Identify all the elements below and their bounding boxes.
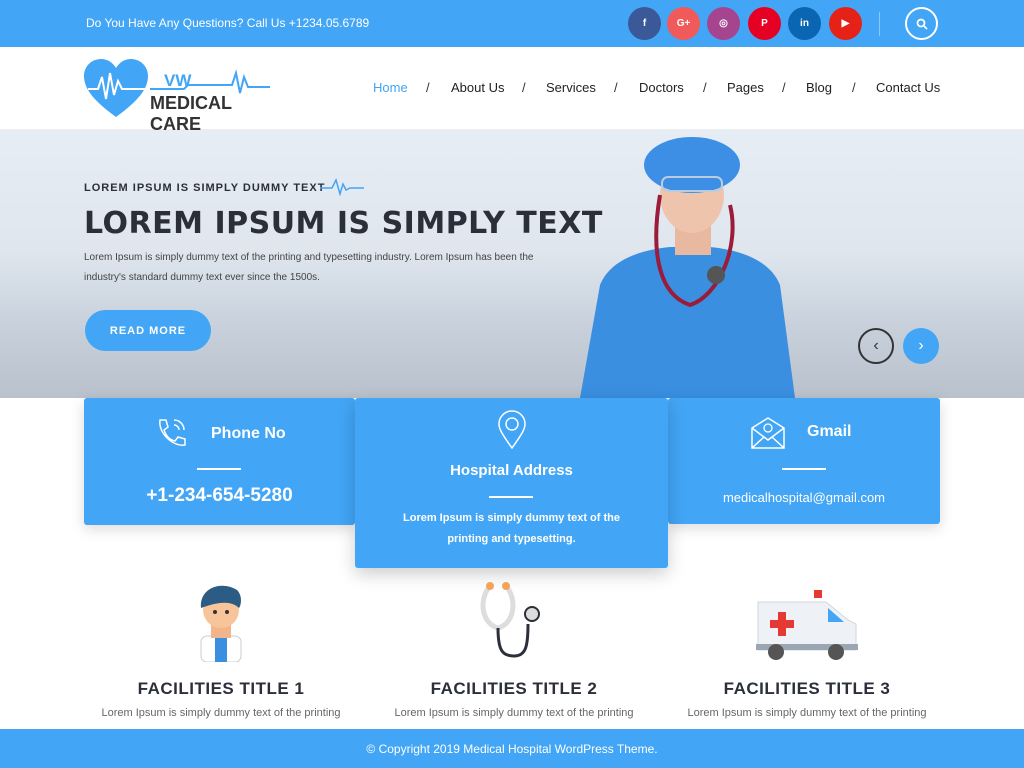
nav-about-us[interactable]: About Us — [451, 80, 504, 95]
nav-services[interactable]: Services — [546, 80, 596, 95]
hero-subtitle: LOREM IPSUM IS SIMPLY DUMMY TEXT — [84, 182, 326, 194]
read-more-button[interactable]: READ MORE — [85, 310, 211, 351]
email-address[interactable]: medicalhospital@gmail.com — [668, 490, 940, 505]
facility-text: Lorem Ipsum is simply dummy text of the … — [394, 707, 634, 719]
header: VW MEDICAL CARE — [0, 47, 1024, 134]
facility-item: FACILITIES TITLE 2 Lorem Ipsum is simply… — [369, 580, 659, 719]
doctor-image — [580, 137, 795, 398]
divider — [782, 468, 826, 470]
facility-title: FACILITIES TITLE 3 — [723, 679, 891, 698]
phone-card: Phone No +1-234-654-5280 — [84, 398, 355, 525]
phone-icon — [159, 419, 186, 446]
top-bar: Do You Have Any Questions? Call Us +1234… — [0, 0, 1024, 47]
facility-title: FACILITIES TITLE 1 — [137, 679, 305, 698]
google-plus-icon[interactable]: G+ — [667, 7, 700, 40]
nav-separator: / — [852, 80, 856, 95]
phone-number[interactable]: +1-234-654-5280 — [84, 485, 355, 507]
divider — [489, 496, 533, 498]
nav-separator: / — [614, 80, 618, 95]
doctor-icon — [200, 585, 242, 663]
search-button[interactable] — [905, 7, 938, 40]
nav-home[interactable]: Home — [373, 80, 408, 95]
stethoscope-icon — [480, 582, 540, 658]
facility-item: FACILITIES TITLE 1 Lorem Ipsum is simply… — [76, 580, 366, 719]
nav-separator: / — [782, 80, 786, 95]
nav-separator: / — [426, 80, 430, 95]
youtube-icon[interactable]: ▶ — [829, 7, 862, 40]
nav-pages[interactable]: Pages — [727, 80, 764, 95]
facility-text: Lorem Ipsum is simply dummy text of the … — [687, 707, 927, 719]
search-icon — [916, 18, 928, 30]
heartbeat-icon — [320, 178, 364, 196]
logo-text: MEDICAL CARE — [150, 93, 232, 134]
email-icon — [751, 417, 785, 449]
location-pin-icon — [498, 410, 526, 450]
copyright-text: © Copyright 2019 Medical Hospital WordPr… — [366, 741, 658, 756]
hero-title: LOREM IPSUM IS SIMPLY TEXT — [84, 206, 603, 241]
hero-text: Lorem Ipsum is simply dummy text of the … — [84, 252, 534, 283]
address-card: Hospital Address Lorem Ipsum is simply d… — [355, 398, 668, 568]
gmail-card: Gmail medicalhospital@gmail.com — [668, 398, 940, 524]
facebook-icon[interactable]: f — [628, 7, 661, 40]
ambulance-icon — [756, 590, 858, 660]
footer: © Copyright 2019 Medical Hospital WordPr… — [0, 729, 1024, 768]
contact-question: Do You Have Any Questions? Call Us +1234… — [86, 16, 370, 30]
facility-text: Lorem Ipsum is simply dummy text of the … — [101, 707, 341, 719]
facility-item: FACILITIES TITLE 3 Lorem Ipsum is simply… — [662, 580, 952, 719]
instagram-icon[interactable]: ◎ — [707, 7, 740, 40]
pinterest-icon[interactable]: P — [748, 7, 781, 40]
slider-next-button[interactable]: › — [903, 328, 939, 364]
slider-prev-button[interactable]: ‹ — [858, 328, 894, 364]
logo-top: VW — [164, 71, 192, 90]
divider — [879, 12, 880, 36]
linkedin-icon[interactable]: in — [788, 7, 821, 40]
phone-title: Phone No — [211, 425, 286, 442]
address-text: Lorem Ipsum is simply dummy text of the … — [403, 512, 620, 545]
hero-slider: LOREM IPSUM IS SIMPLY DUMMY TEXT LOREM I… — [0, 130, 1024, 398]
nav-doctors[interactable]: Doctors — [639, 80, 684, 95]
nav-contact-us[interactable]: Contact Us — [876, 80, 940, 95]
nav-separator: / — [703, 80, 707, 95]
nav-blog[interactable]: Blog — [806, 80, 832, 95]
gmail-title: Gmail — [807, 423, 852, 440]
facility-title: FACILITIES TITLE 2 — [430, 679, 598, 698]
logo[interactable]: VW MEDICAL CARE — [84, 59, 274, 134]
nav-separator: / — [522, 80, 526, 95]
divider — [197, 468, 241, 470]
address-title: Hospital Address — [450, 462, 573, 479]
